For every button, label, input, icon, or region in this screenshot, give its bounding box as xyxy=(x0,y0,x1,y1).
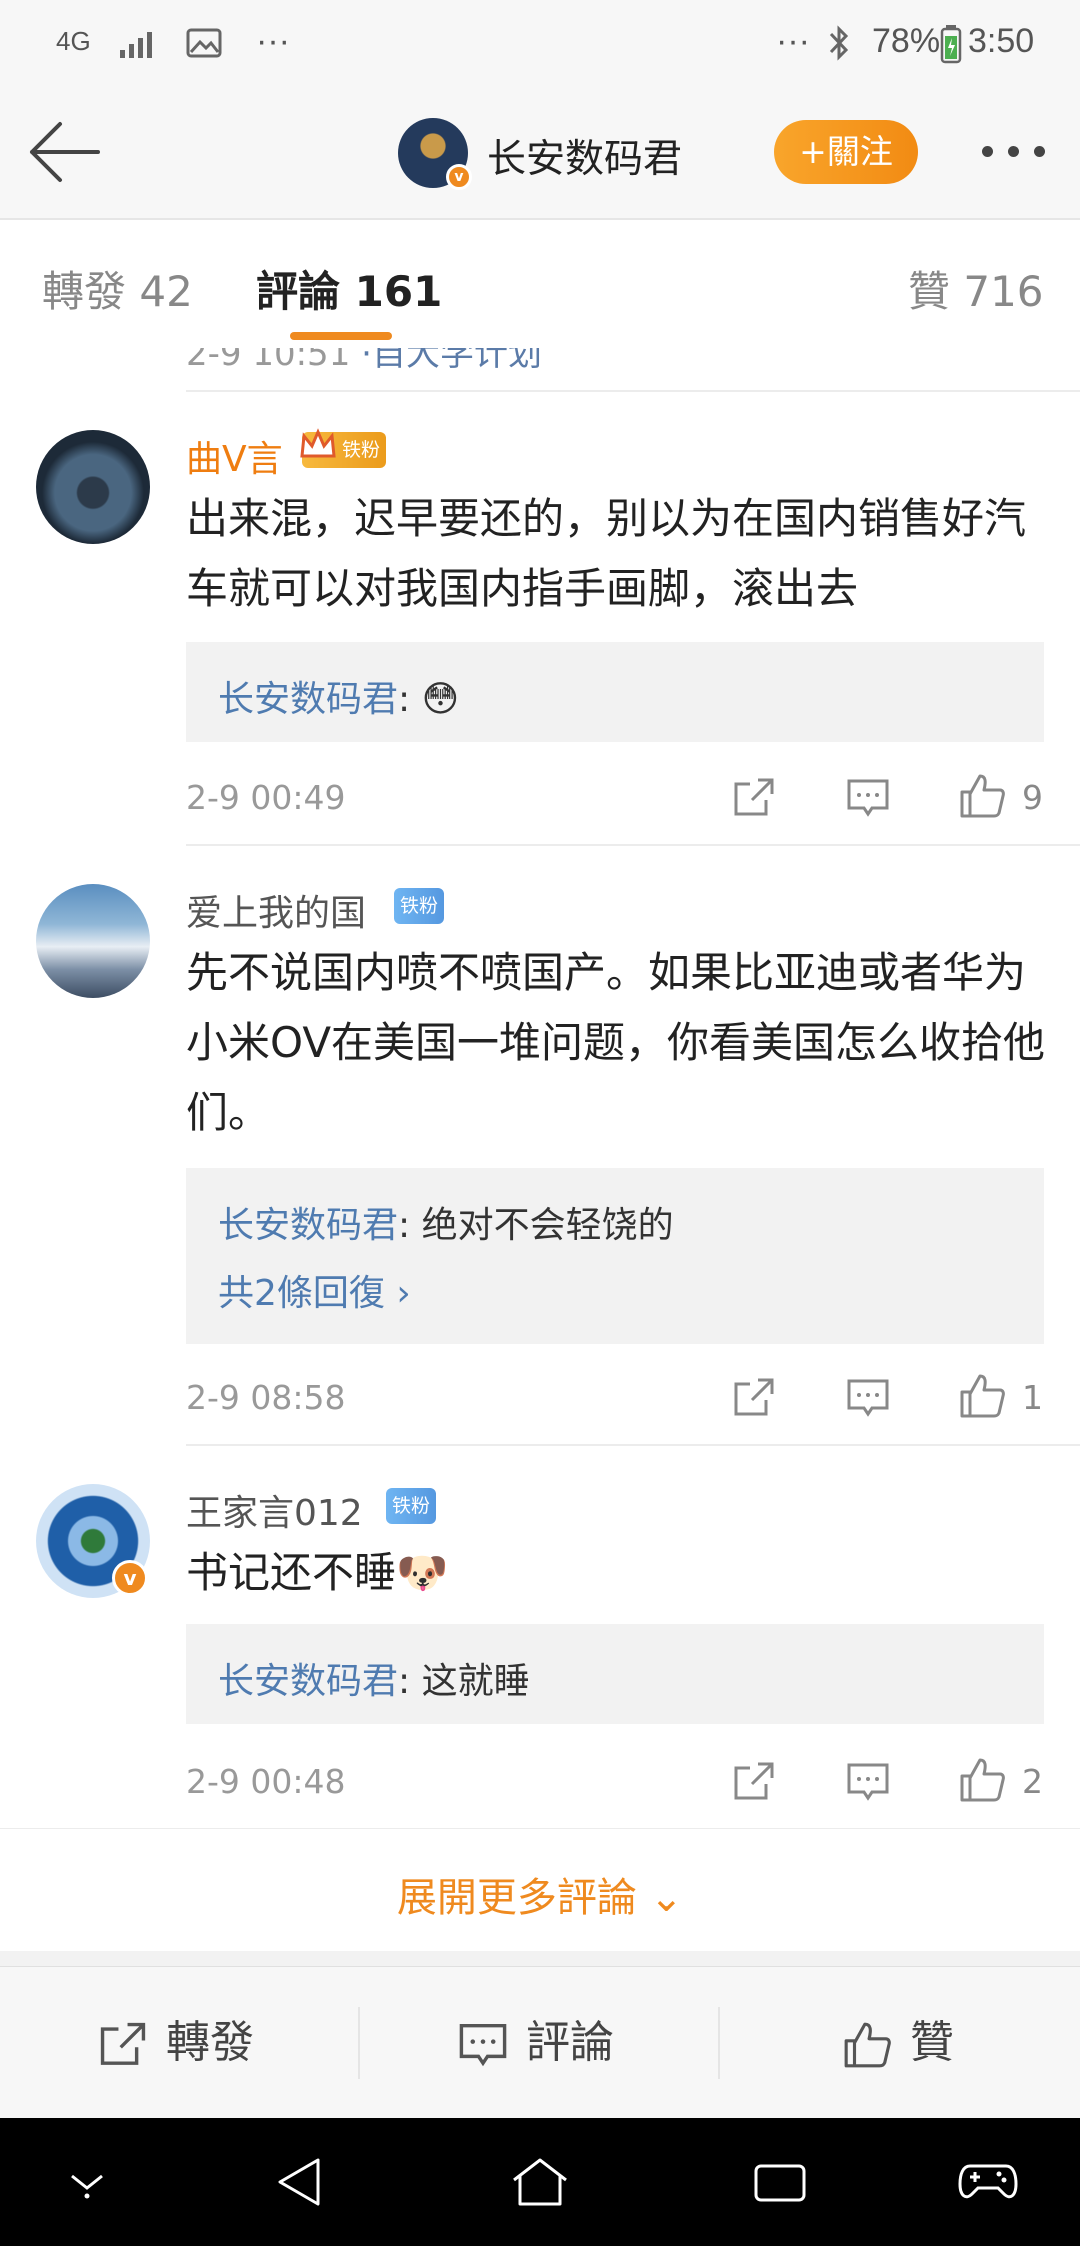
network-type: 4G xyxy=(56,26,91,56)
fan-badge: 铁粉 xyxy=(394,888,445,924)
more-replies-link[interactable]: 共2條回復 › xyxy=(218,1264,411,1316)
divider xyxy=(186,1444,1080,1446)
like-count: 1 xyxy=(1022,1378,1043,1417)
crown-icon xyxy=(300,428,336,458)
comment-text: 出来混，迟早要还的，别以为在国内销售好汽车就可以对我国内指手画脚，滚出去 xyxy=(186,494,1027,613)
active-tab-indicator xyxy=(290,332,392,340)
like-icon[interactable] xyxy=(958,1756,1006,1804)
reply-author[interactable]: 长安数码君 xyxy=(218,1205,398,1246)
comment-text: 书记还不睡🐶 xyxy=(186,1548,449,1597)
status-overflow: ··· xyxy=(776,22,810,60)
signal-icon xyxy=(120,32,152,58)
repost-icon[interactable] xyxy=(732,1760,776,1804)
tab-bar: 轉發 42 評論 161 贊 716 xyxy=(0,220,1080,349)
comment-text: 先不说国内喷不喷国产。如果比亚迪或者华为小米OV在美国一堆问题，你看美国怎么收拾… xyxy=(186,948,1046,1137)
repost-icon[interactable] xyxy=(732,1376,776,1420)
like-count: 9 xyxy=(1022,778,1043,817)
back-nav-icon[interactable] xyxy=(274,2156,324,2208)
verified-icon: v xyxy=(446,164,472,190)
peek-time: 2-9 10:51 xyxy=(186,348,351,374)
commenter-name[interactable]: 王家言012 xyxy=(186,1484,363,1536)
verified-icon: v xyxy=(112,1560,148,1596)
comment-list: 2-9 10:51 ·自大学计划 曲V言 铁粉 出来混，迟早要还的，别以为在国内… xyxy=(0,348,1080,1828)
battery-percent: 78% xyxy=(872,22,941,60)
previous-comment-peek: 2-9 10:51 ·自大学计划 xyxy=(186,348,542,375)
repost-icon[interactable] xyxy=(732,776,776,820)
expand-section: 展開更多評論 ⌄ xyxy=(0,1828,1080,1951)
repost-icon xyxy=(100,2022,146,2065)
comment-icon[interactable] xyxy=(846,776,890,820)
divider xyxy=(186,390,1080,392)
bluetooth-icon xyxy=(829,25,849,61)
reply-author[interactable]: 长安数码君 xyxy=(218,679,398,720)
tab-comments[interactable]: 評論 161 xyxy=(256,258,442,319)
commenter-name[interactable]: 曲V言 xyxy=(186,430,283,482)
image-icon xyxy=(186,28,222,58)
like-icon[interactable] xyxy=(958,1372,1006,1420)
reply-author[interactable]: 长安数码君 xyxy=(218,1661,398,1702)
follow-button[interactable]: +關注 xyxy=(774,120,918,184)
home-nav-icon[interactable] xyxy=(510,2156,570,2208)
hide-keyboard-icon[interactable] xyxy=(62,2162,112,2202)
peek-source: ·自大学计划 xyxy=(361,348,542,374)
commenter-avatar[interactable]: v xyxy=(36,1484,150,1598)
tab-likes[interactable]: 贊 716 xyxy=(908,258,1044,319)
reply-box[interactable]: 长安数码君: 😳 xyxy=(186,642,1044,742)
comment-icon xyxy=(459,2023,507,2067)
comment-time: 2-9 08:58 xyxy=(186,1378,346,1417)
expand-more-comments-link[interactable]: 展開更多評論 ⌄ xyxy=(0,1865,1080,1923)
reply-box[interactable]: 长安数码君: 这就睡 xyxy=(186,1624,1044,1724)
commenter-avatar[interactable] xyxy=(36,884,150,998)
like-icon xyxy=(844,2022,891,2068)
account-avatar[interactable]: v xyxy=(398,118,472,190)
clock: 3:50 xyxy=(968,22,1035,60)
battery-icon xyxy=(940,25,962,64)
comment-action[interactable]: 評論 xyxy=(458,2011,614,2075)
game-controller-icon[interactable] xyxy=(958,2158,1018,2206)
commenter-name[interactable]: 爱上我的国 xyxy=(186,884,366,936)
reply-line: 长安数码君: 😳 xyxy=(218,679,460,720)
comment-icon[interactable] xyxy=(846,1760,890,1804)
fan-badge: 铁粉 xyxy=(300,428,387,468)
comment-icon[interactable] xyxy=(846,1376,890,1420)
like-icon[interactable] xyxy=(958,772,1006,820)
recent-apps-icon[interactable] xyxy=(752,2160,808,2206)
fan-badge: 铁粉 xyxy=(386,1488,437,1524)
like-count: 2 xyxy=(1022,1762,1043,1801)
top-header: v 长安数码君 +關注 xyxy=(0,90,1080,220)
system-nav-bar xyxy=(0,2118,1080,2246)
commenter-avatar[interactable] xyxy=(36,430,150,544)
tab-reposts[interactable]: 轉發 42 xyxy=(42,258,193,319)
like-action[interactable]: 贊 xyxy=(842,2011,954,2075)
notification-overflow: ··· xyxy=(256,22,290,60)
reply-line: 长安数码君: 绝对不会轻饶的 xyxy=(218,1205,674,1246)
bottom-action-bar: 轉發 評論 贊 xyxy=(0,1966,1080,2119)
divider xyxy=(186,844,1080,846)
separator xyxy=(718,2007,720,2079)
separator xyxy=(358,2007,360,2079)
account-name[interactable]: 长安数码君 xyxy=(487,128,682,184)
repost-action[interactable]: 轉發 xyxy=(98,2011,254,2075)
status-bar: 4G ··· ··· 78% 3:50 xyxy=(0,0,1080,90)
back-arrow-icon[interactable] xyxy=(28,120,104,184)
comment-time: 2-9 00:49 xyxy=(186,778,346,817)
more-options-icon[interactable] xyxy=(980,146,1050,158)
reply-box[interactable]: 长安数码君: 绝对不会轻饶的 共2條回復 › xyxy=(186,1168,1044,1344)
comment-time: 2-9 00:48 xyxy=(186,1762,346,1801)
reply-line: 长安数码君: 这就睡 xyxy=(218,1661,530,1702)
